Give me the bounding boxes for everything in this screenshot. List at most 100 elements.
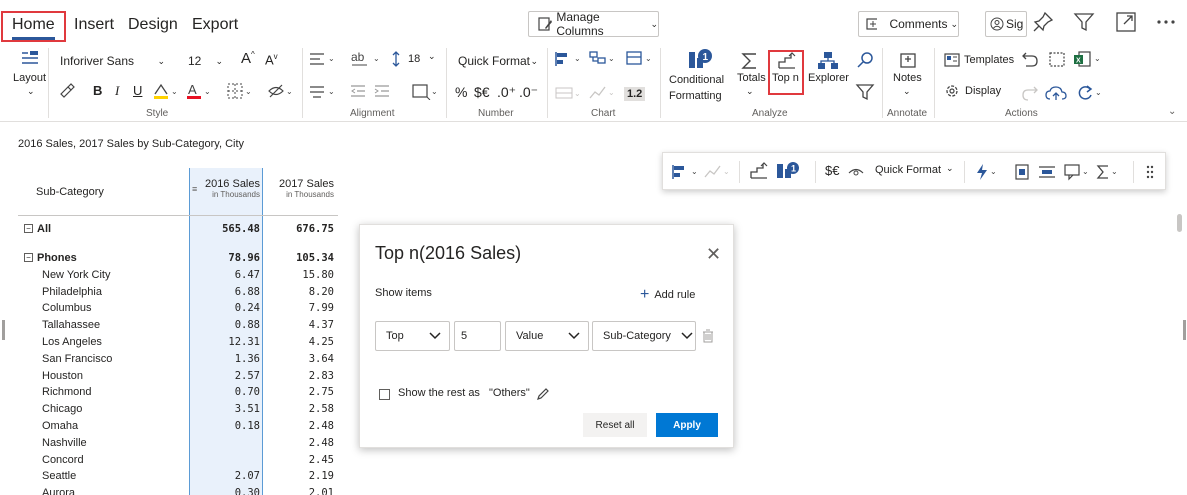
cell-2016-sales[interactable]: 0.30	[190, 487, 260, 495]
slider-icon[interactable]	[1037, 163, 1057, 181]
totals-button[interactable]: Totals	[737, 72, 766, 84]
cell-2017-sales[interactable]: 2.01	[264, 487, 334, 495]
dimension-select[interactable]: Sub-Category	[592, 321, 696, 351]
apply-button[interactable]: Apply	[656, 413, 718, 437]
chevron-down-icon[interactable]: ⌄	[946, 163, 954, 174]
table-row[interactable]: Los Angeles 12.31 4.25	[18, 334, 338, 351]
table-row[interactable]: Seattle 2.07 2.19	[18, 468, 338, 485]
cloud-upload-icon[interactable]	[1045, 84, 1067, 102]
table-row[interactable]: Columbus 0.24 7.99	[18, 300, 338, 317]
layout-button[interactable]: Layout	[13, 72, 46, 84]
measure-select[interactable]: Value	[505, 321, 589, 351]
cell-2017-sales[interactable]: 2.58	[264, 403, 334, 415]
comments-button[interactable]: Comments ⌄	[858, 11, 959, 37]
cell-padding-icon[interactable]: ⌄	[411, 82, 441, 100]
filter-icon[interactable]	[1072, 10, 1096, 34]
header-2016-sales[interactable]: 2016 Sales in Thousands	[200, 178, 260, 199]
cell-2017-sales[interactable]: 2.19	[264, 470, 334, 482]
currency-button[interactable]: $€	[474, 84, 490, 100]
sum-icon[interactable]: ⌄	[1095, 163, 1121, 181]
decimal-chart-button[interactable]: 1.2	[624, 87, 646, 101]
cell-2017-sales[interactable]: 2.83	[264, 370, 334, 382]
highlight-color-icon[interactable]: ⌄	[152, 82, 178, 100]
table-row[interactable]: − Phones 78.96 105.34	[18, 250, 338, 267]
cell-2017-sales[interactable]: 8.20	[264, 286, 334, 298]
decrease-indent-icon[interactable]	[349, 82, 367, 100]
layout-chart-icon[interactable]: ⌄	[625, 50, 655, 68]
bold-button[interactable]: B	[93, 83, 102, 98]
font-family-select[interactable]: Inforiver Sans ⌄	[56, 50, 173, 72]
cell-2016-sales[interactable]: 0.18	[190, 420, 260, 432]
cell-2016-sales[interactable]: 2.07	[190, 470, 260, 482]
notes-button[interactable]: Notes	[893, 72, 922, 84]
add-rule-button[interactable]: + Add rule	[640, 286, 695, 304]
cell-2016-sales[interactable]: 78.96	[190, 252, 260, 264]
resize-handle-left[interactable]	[2, 320, 5, 340]
font-color-icon[interactable]: A ⌄	[185, 82, 211, 100]
font-size-select[interactable]: 12 ⌄	[184, 50, 229, 72]
table-row[interactable]: Richmond 0.70 2.75	[18, 384, 338, 401]
line-spacing-value[interactable]: 18	[408, 53, 420, 65]
cell-2017-sales[interactable]: 15.80	[264, 269, 334, 281]
table-row[interactable]: Omaha 0.18 2.48	[18, 418, 338, 435]
hierarchy-explorer-icon[interactable]	[817, 50, 839, 72]
sparkline-icon[interactable]: ⌄	[703, 163, 733, 181]
tab-insert[interactable]: Insert	[74, 16, 114, 34]
underline-button[interactable]: U	[133, 83, 142, 98]
format-painter-icon[interactable]	[58, 82, 76, 98]
cell-2017-sales[interactable]: 2.48	[264, 420, 334, 432]
cell-2016-sales[interactable]: 3.51	[190, 403, 260, 415]
conditional-formatting-icon[interactable]: 1	[775, 160, 801, 182]
chevron-down-icon[interactable]: ⌄	[746, 86, 754, 97]
visibility-icon[interactable]: ⌄	[267, 82, 297, 100]
bar-chart-icon[interactable]: ⌄	[554, 50, 584, 68]
cell-2017-sales[interactable]: 7.99	[264, 302, 334, 314]
settings-icon[interactable]	[943, 83, 961, 99]
filter-icon[interactable]	[855, 82, 875, 102]
table-chart-icon[interactable]: ⌄	[554, 86, 584, 100]
cell-2016-sales[interactable]: 6.47	[190, 269, 260, 281]
resize-icon[interactable]	[1048, 50, 1068, 68]
delete-icon[interactable]	[702, 329, 714, 343]
cell-2017-sales[interactable]: 105.34	[264, 252, 334, 264]
pin-icon[interactable]	[1031, 10, 1055, 34]
resize-handle-right[interactable]	[1183, 320, 1186, 340]
refresh-icon[interactable]: ⌄	[1075, 84, 1105, 102]
notes-icon[interactable]	[898, 50, 918, 70]
quick-format-select[interactable]: Quick Format ⌄	[452, 50, 542, 72]
increase-decimal-button[interactable]: .0⁺	[497, 84, 516, 101]
cell-2017-sales[interactable]: 2.75	[264, 386, 334, 398]
cell-2016-sales[interactable]: 2.57	[190, 370, 260, 382]
cell-2017-sales[interactable]: 676.75	[264, 223, 334, 235]
explorer-button[interactable]: Explorer	[808, 72, 849, 84]
collapse-ribbon-icon[interactable]: ⌄	[1168, 106, 1176, 117]
table-row[interactable]: Tallahassee 0.88 4.37	[18, 317, 338, 334]
redo-icon[interactable]	[1020, 84, 1040, 102]
conditional-formatting-button[interactable]: Conditional Formatting	[669, 72, 727, 104]
pencil-icon[interactable]	[536, 387, 550, 401]
table-row[interactable]: San Francisco 1.36 3.64	[18, 351, 338, 368]
tab-export[interactable]: Export	[192, 16, 238, 34]
display-button[interactable]: Display	[965, 85, 1001, 97]
close-icon[interactable]: ✕	[706, 244, 721, 265]
table-row[interactable]: Houston 2.57 2.83	[18, 368, 338, 385]
table-row[interactable]: Aurora 0.30 2.01	[18, 485, 338, 495]
cell-2016-sales[interactable]: 0.24	[190, 302, 260, 314]
chevron-down-icon[interactable]: ⌄	[428, 51, 436, 62]
tab-home[interactable]: Home	[12, 16, 55, 40]
conditional-formatting-icon[interactable]: 1	[687, 48, 713, 72]
top-n-button[interactable]: Top n	[772, 72, 799, 84]
cell-2016-sales[interactable]: 12.31	[190, 336, 260, 348]
cell-2016-sales[interactable]: 0.70	[190, 386, 260, 398]
horizontal-align-icon[interactable]: ⌄	[308, 50, 338, 68]
italic-button[interactable]: I	[115, 83, 119, 99]
show-rest-checkbox[interactable]	[379, 389, 390, 400]
sparkline-icon[interactable]: ⌄	[588, 84, 618, 100]
cell-2016-sales[interactable]: 1.36	[190, 353, 260, 365]
percent-button[interactable]: %	[455, 84, 467, 100]
more-options-icon[interactable]	[1154, 10, 1178, 34]
header-2017-sales[interactable]: 2017 Sales in Thousands	[274, 178, 334, 199]
tab-design[interactable]: Design	[128, 16, 178, 34]
vertical-scrollbar[interactable]	[1177, 214, 1182, 232]
lightning-icon[interactable]: ⌄	[974, 163, 1000, 181]
